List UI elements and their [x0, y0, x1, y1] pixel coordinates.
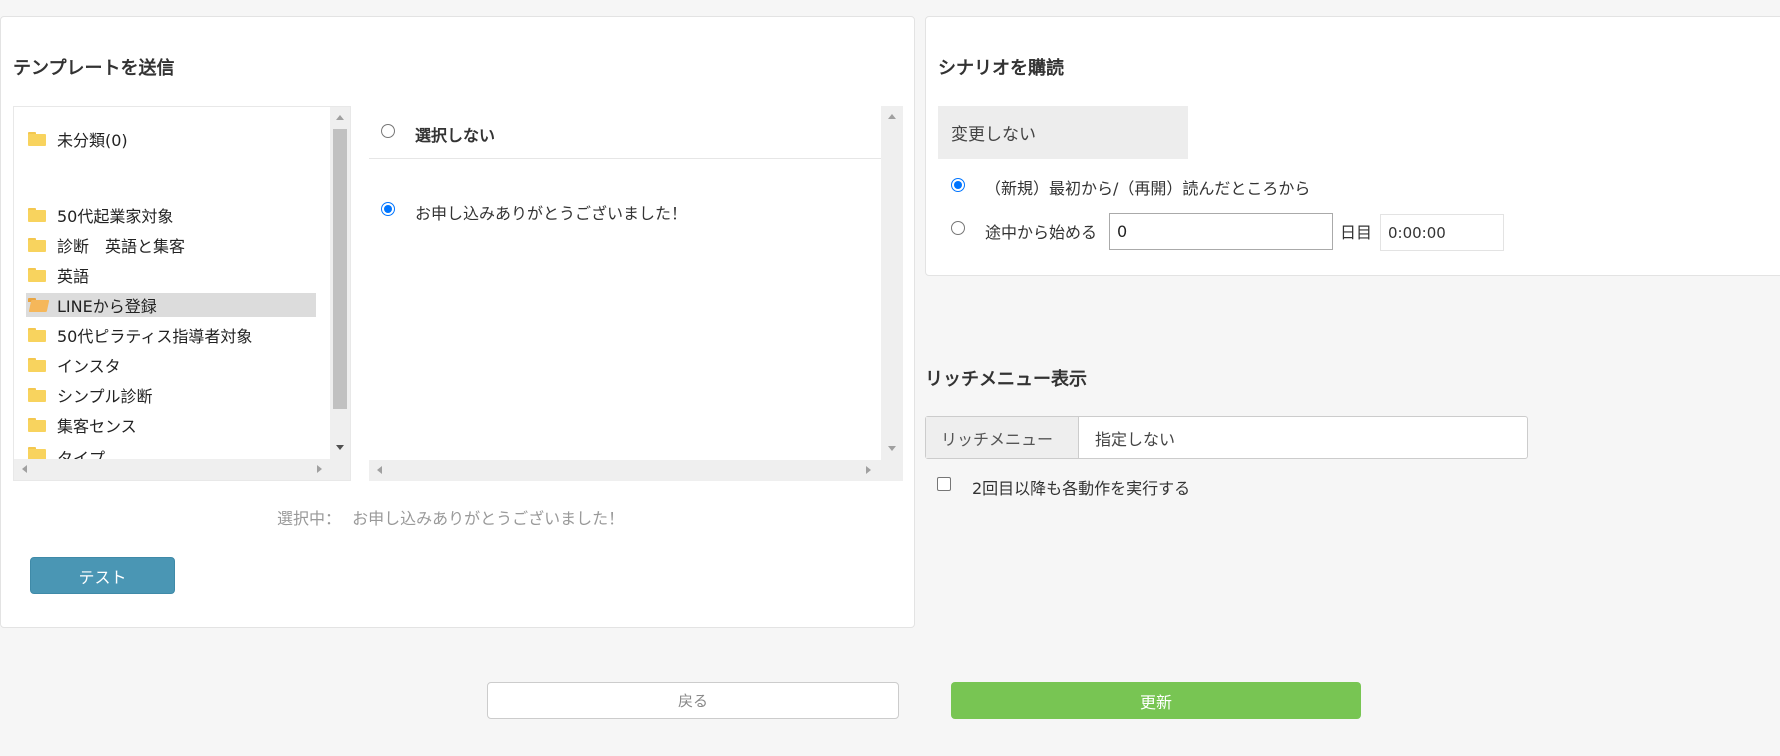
- folder-item[interactable]: 未分類(0): [26, 127, 128, 151]
- tree-scrollbar-vertical[interactable]: [330, 107, 350, 459]
- folder-icon: [28, 358, 46, 372]
- scroll-left-arrow-icon[interactable]: [22, 465, 27, 473]
- folder-icon: [28, 388, 46, 402]
- folder-item[interactable]: 50代ピラティス指導者対象: [26, 323, 252, 347]
- scenario-select-value: 変更しない: [951, 125, 1036, 145]
- back-button[interactable]: 戻る: [487, 682, 899, 719]
- folder-item[interactable]: 英語: [26, 263, 89, 287]
- scroll-up-arrow-icon[interactable]: [336, 115, 344, 120]
- folder-icon: [28, 132, 46, 146]
- scroll-left-arrow-icon[interactable]: [377, 466, 382, 474]
- rich-menu-select[interactable]: 指定しない: [1079, 417, 1527, 458]
- folder-label: 未分類(0): [57, 131, 128, 150]
- folder-open-icon: [28, 298, 50, 312]
- template-option-label: お申し込みありがとうございました！: [415, 204, 688, 223]
- folder-label: 集客センス: [57, 417, 137, 436]
- scenario-radio-middle[interactable]: [951, 221, 965, 235]
- rich-menu-label-text: リッチメニュー: [941, 429, 1054, 449]
- scenario-radio-start[interactable]: [951, 178, 965, 192]
- scenario-select[interactable]: 変更しない: [938, 106, 1188, 159]
- scroll-right-arrow-icon[interactable]: [866, 466, 871, 474]
- scroll-right-arrow-icon[interactable]: [317, 465, 322, 473]
- tree-scrollbar-thumb[interactable]: [333, 129, 347, 409]
- scroll-up-arrow-icon[interactable]: [888, 114, 896, 119]
- scroll-down-arrow-icon[interactable]: [888, 446, 896, 451]
- folder-label: インスタ: [57, 357, 121, 376]
- update-button[interactable]: 更新: [951, 682, 1361, 719]
- day-input[interactable]: 0: [1109, 213, 1333, 250]
- selected-value: お申し込みありがとうございました！: [352, 509, 625, 528]
- folder-icon: [28, 328, 46, 342]
- selected-template-display: 選択中： お申し込みありがとうございました！: [277, 505, 624, 529]
- repeat-actions-checkbox[interactable]: [937, 477, 951, 491]
- time-input-value: 0:00:00: [1388, 223, 1446, 242]
- folder-item[interactable]: インスタ: [26, 353, 121, 377]
- scenario-option-middle-label: 途中から始める: [985, 223, 1098, 242]
- rich-menu-group: リッチメニュー 指定しない: [925, 416, 1528, 459]
- rich-menu-label: リッチメニュー: [926, 417, 1079, 458]
- scroll-down-arrow-icon[interactable]: [336, 445, 344, 450]
- template-list: 選択しない お申し込みありがとうございました！: [369, 106, 903, 481]
- folder-item-selected[interactable]: LINEから登録: [26, 293, 316, 317]
- tree-scrollbar-horizontal[interactable]: [14, 459, 350, 480]
- rich-menu-title: リッチメニュー表示: [925, 369, 1087, 390]
- folder-label: 診断 英語と集客: [57, 237, 186, 256]
- day-unit-label: 日目: [1340, 223, 1373, 242]
- folder-tree: 未分類(0) 50代起業家対象 診断 英語と集客 英語 LINEから登録 50代…: [13, 106, 351, 481]
- template-scrollbar-vertical[interactable]: [881, 106, 903, 460]
- selected-prefix: 選択中：: [277, 509, 342, 528]
- time-input[interactable]: 0:00:00: [1380, 214, 1504, 251]
- rich-menu-select-value: 指定しない: [1095, 429, 1176, 449]
- scenario-option-start-label: （新規）最初から/（再開）読んだところから: [985, 179, 1311, 198]
- scenario-panel-title: シナリオを購読: [938, 58, 1064, 79]
- folder-label: 50代ピラティス指導者対象: [57, 327, 253, 346]
- folder-item[interactable]: 診断 英語と集客: [26, 233, 185, 257]
- test-button[interactable]: テスト: [30, 557, 175, 594]
- folder-label: 50代起業家対象: [57, 207, 174, 226]
- template-radio-selected[interactable]: [381, 202, 395, 216]
- template-option-none-label: 選択しない: [415, 126, 496, 145]
- folder-item[interactable]: 集客センス: [26, 413, 137, 437]
- folder-label: LINEから登録: [57, 297, 157, 316]
- folder-icon: [28, 268, 46, 282]
- divider: [369, 158, 881, 159]
- template-panel-title: テンプレートを送信: [13, 58, 175, 79]
- folder-label: シンプル診断: [57, 387, 153, 406]
- folder-label: 英語: [57, 267, 90, 286]
- repeat-actions-label: 2回目以降も各動作を実行する: [972, 479, 1191, 498]
- folder-icon: [28, 418, 46, 432]
- template-scrollbar-horizontal[interactable]: [369, 460, 903, 481]
- folder-item[interactable]: 50代起業家対象: [26, 203, 173, 227]
- template-radio-none[interactable]: [381, 124, 395, 138]
- folder-icon: [28, 208, 46, 222]
- folder-icon: [28, 238, 46, 252]
- folder-item[interactable]: シンプル診断: [26, 383, 153, 407]
- day-input-value: 0: [1117, 222, 1128, 241]
